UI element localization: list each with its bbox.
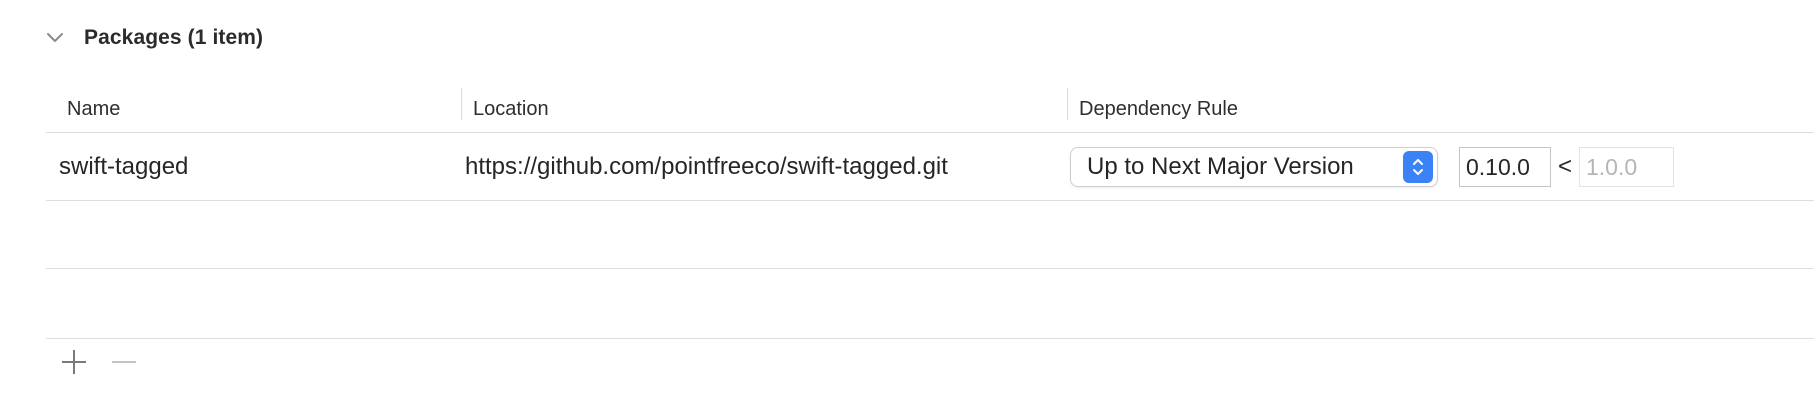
dependency-rule-popup[interactable]: Up to Next Major Version — [1070, 147, 1438, 187]
add-package-button[interactable] — [56, 344, 92, 380]
column-separator[interactable] — [461, 88, 462, 120]
version-range-separator: < — [1558, 153, 1573, 180]
minus-icon — [112, 361, 136, 363]
chevron-down-icon[interactable] — [44, 27, 66, 49]
up-down-arrows-icon[interactable] — [1403, 151, 1433, 183]
remove-package-button[interactable] — [106, 344, 142, 380]
maximum-version-field[interactable]: 1.0.0 — [1579, 147, 1674, 187]
plus-icon — [62, 350, 86, 374]
table-header: Name Location Dependency Rule — [46, 86, 1814, 133]
column-header-dependency-rule[interactable]: Dependency Rule — [1079, 86, 1238, 132]
package-name: swift-tagged — [59, 152, 189, 180]
column-separator[interactable] — [1067, 88, 1068, 120]
section-title: Packages (1 item) — [84, 26, 264, 49]
table-row[interactable]: swift-tagged https://github.com/pointfre… — [46, 133, 1814, 201]
package-location: https://github.com/pointfreeco/swift-tag… — [465, 152, 948, 180]
table-row-empty — [46, 201, 1814, 269]
dependency-rule-label: Up to Next Major Version — [1087, 153, 1354, 180]
packages-panel: Packages (1 item) Name Location Dependen… — [0, 0, 1814, 416]
packages-table: Name Location Dependency Rule swift-tagg… — [46, 86, 1814, 339]
minimum-version-field[interactable]: 0.10.0 — [1459, 147, 1551, 187]
column-header-location[interactable]: Location — [473, 86, 549, 132]
column-header-name[interactable]: Name — [67, 86, 120, 132]
table-footer — [56, 344, 156, 380]
table-row-empty — [46, 269, 1814, 339]
packages-section-header[interactable]: Packages (1 item) — [44, 22, 263, 54]
